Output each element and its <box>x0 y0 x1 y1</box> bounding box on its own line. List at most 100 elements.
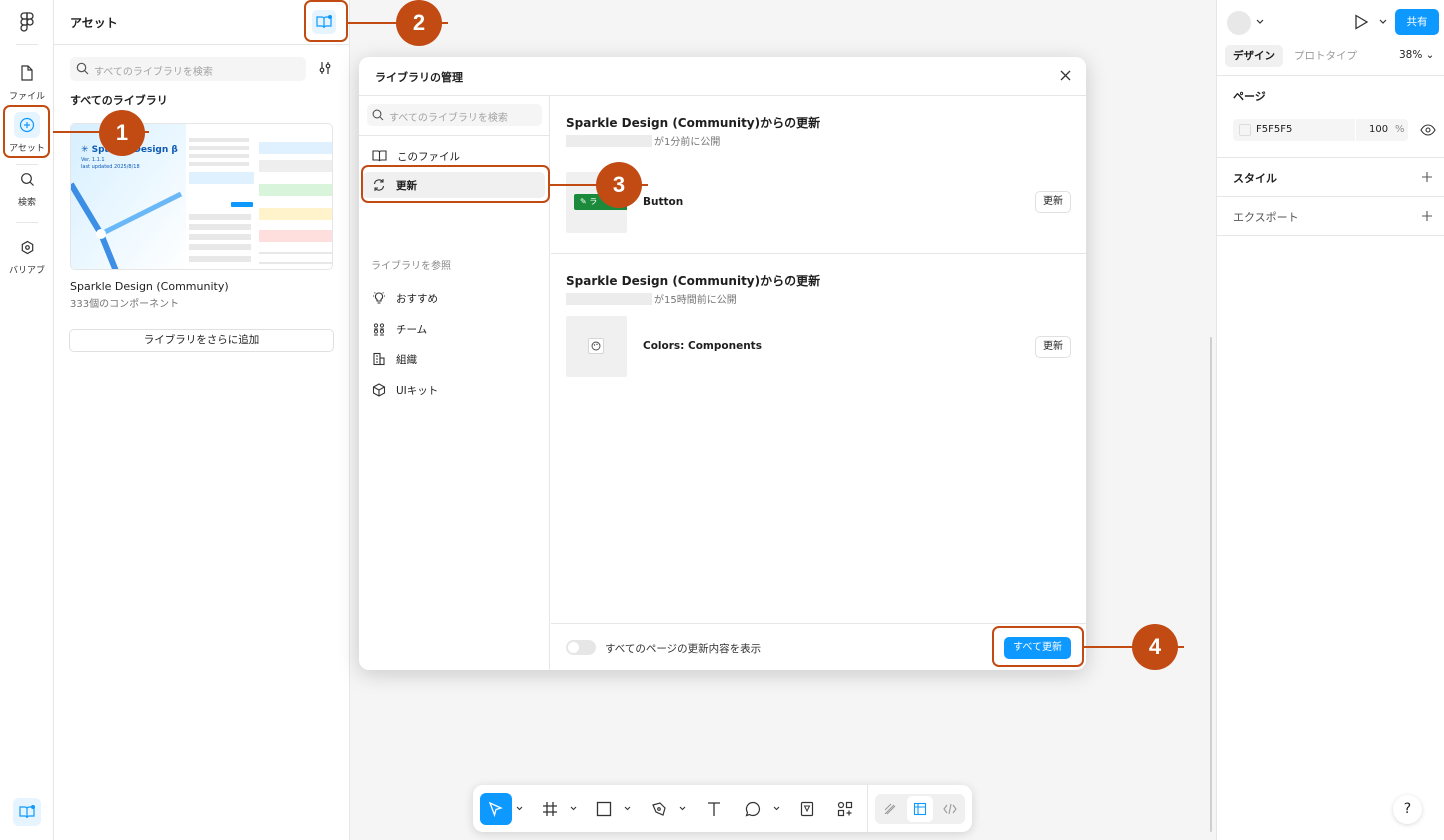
library-name: Sparkle Design (Community) <box>70 280 229 293</box>
svg-text:Ver. 1.1.1: Ver. 1.1.1 <box>81 157 105 163</box>
help-button[interactable]: ? <box>1393 795 1422 824</box>
update-button[interactable]: 更新 <box>1035 191 1071 213</box>
update-meta: が15時間前に公開 <box>566 291 737 306</box>
color-swatch[interactable] <box>1239 124 1251 136</box>
dialog-header: ライブラリの管理 <box>359 57 1086 96</box>
frame-icon <box>543 802 557 816</box>
nav-label: UIキット <box>396 384 439 397</box>
dialog-title: ライブラリの管理 <box>375 71 463 84</box>
redacted-author <box>566 292 652 305</box>
color-hex-value[interactable]: F5F5F5 <box>1256 124 1292 135</box>
rail-item-variables[interactable]: バリアブ <box>2 234 52 276</box>
search-icon <box>372 109 384 121</box>
tab-prototype[interactable]: プロトタイプ <box>1286 45 1365 67</box>
rail-item-search[interactable]: 検索 <box>2 166 52 208</box>
bottom-toolbar <box>473 785 972 832</box>
zoom-value: 38% <box>1399 49 1423 61</box>
eye-icon[interactable] <box>1420 124 1436 136</box>
add-style-icon[interactable] <box>1421 171 1433 183</box>
panel-divider <box>1217 196 1444 197</box>
chevron-down-icon[interactable] <box>773 806 780 811</box>
text-icon <box>708 802 720 816</box>
page-background-field[interactable]: F5F5F5 100 % <box>1233 119 1408 141</box>
nav-item-team[interactable]: チーム <box>363 316 545 342</box>
component-name: Colors: Components <box>643 340 762 352</box>
toolbar-divider <box>867 785 868 832</box>
show-all-pages-toggle[interactable] <box>566 640 596 655</box>
dialog-search-input[interactable]: すべてのライブラリを検索 <box>367 104 542 126</box>
properties-panel: 共有 デザイン プロトタイプ 38% ⌄ ページ F5F5F5 100 % スタ… <box>1216 0 1444 840</box>
component-name: Button <box>643 196 684 208</box>
close-icon[interactable] <box>1059 69 1072 82</box>
chevron-down-icon[interactable] <box>1256 19 1264 25</box>
chevron-down-icon[interactable] <box>679 806 686 811</box>
frame-tool[interactable] <box>534 793 566 825</box>
design-icon <box>913 802 927 816</box>
book-icon <box>372 150 387 162</box>
opacity-value[interactable]: 100 <box>1369 124 1388 135</box>
figma-logo-icon[interactable] <box>18 12 36 32</box>
code-icon <box>943 803 957 815</box>
move-tool[interactable] <box>480 793 512 825</box>
rail-item-label: 検索 <box>17 198 36 208</box>
published-time: が1分前に公開 <box>654 137 721 148</box>
rail-item-files[interactable]: ファイル <box>2 60 52 102</box>
palette-icon <box>588 338 604 354</box>
cube-icon <box>372 383 386 397</box>
search-icon <box>76 62 89 75</box>
play-icon[interactable] <box>1353 14 1369 30</box>
chevron-down-icon[interactable] <box>570 806 577 811</box>
chevron-down-icon[interactable] <box>1379 19 1387 25</box>
update-button[interactable]: 更新 <box>1035 336 1071 358</box>
share-button[interactable]: 共有 <box>1395 9 1439 35</box>
rail-item-label: バリアブ <box>8 266 45 276</box>
building-icon <box>373 352 385 366</box>
draw-mode-button[interactable] <box>877 796 903 822</box>
badge-icon <box>800 801 814 817</box>
rail-divider <box>16 44 38 45</box>
file-icon <box>14 60 40 86</box>
chevron-down-icon[interactable] <box>624 806 631 811</box>
annotation-tool[interactable] <box>791 793 823 825</box>
pen-tool[interactable] <box>643 793 675 825</box>
draw-icon <box>884 803 896 815</box>
library-search-input[interactable]: すべてのライブラリを検索 <box>70 57 306 81</box>
tab-design[interactable]: デザイン <box>1225 45 1283 67</box>
callout-badge: 2 <box>396 0 442 46</box>
canvas-scrollbar[interactable] <box>1210 337 1212 832</box>
update-group-title: Sparkle Design (Community)からの更新 <box>566 274 821 288</box>
rail-divider <box>16 164 38 165</box>
sidebar-divider <box>359 135 550 136</box>
nav-item-recommended[interactable]: おすすめ <box>363 285 545 311</box>
rectangle-tool[interactable] <box>588 793 620 825</box>
lightbulb-icon <box>373 292 385 304</box>
search-placeholder: すべてのライブラリを検索 <box>389 113 508 124</box>
nav-label: このファイル <box>397 150 460 163</box>
published-time: が15時間前に公開 <box>654 295 737 306</box>
dev-mode-button[interactable] <box>937 796 963 822</box>
actions-tool[interactable] <box>829 793 861 825</box>
rail-divider <box>16 222 38 223</box>
panel-divider <box>1217 157 1444 158</box>
callout-highlight <box>304 0 348 42</box>
zoom-level[interactable]: 38% ⌄ <box>1399 49 1434 61</box>
callout-badge: 3 <box>596 162 642 208</box>
variables-icon <box>14 234 40 260</box>
nav-label: おすすめ <box>396 292 438 305</box>
text-tool[interactable] <box>698 793 730 825</box>
add-export-icon[interactable] <box>1421 210 1433 222</box>
library-panel-button[interactable] <box>13 798 41 826</box>
nav-item-ui-kits[interactable]: UIキット <box>363 377 545 403</box>
chevron-down-icon[interactable] <box>516 806 523 811</box>
nav-item-organization[interactable]: 組織 <box>363 346 545 372</box>
team-icon <box>373 323 385 336</box>
rail-item-label: ファイル <box>8 92 45 102</box>
callout-badge: 4 <box>1132 624 1178 670</box>
comment-tool[interactable] <box>737 793 769 825</box>
filter-settings-icon[interactable] <box>318 61 332 75</box>
design-mode-button[interactable] <box>907 796 933 822</box>
avatar[interactable] <box>1227 11 1251 35</box>
svg-text:last updated 2025/8/18: last updated 2025/8/18 <box>81 164 140 170</box>
panel-divider <box>1217 75 1444 76</box>
add-libraries-button[interactable]: ライブラリをさらに追加 <box>69 329 334 352</box>
